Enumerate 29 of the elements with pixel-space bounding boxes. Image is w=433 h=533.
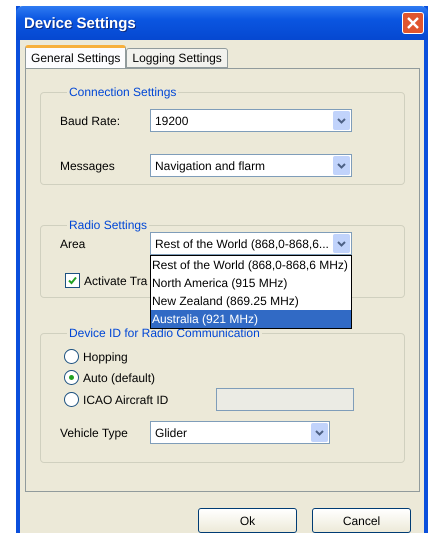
tab[interactable]: Logging Settings <box>126 48 228 68</box>
dropdown[interactable]: Navigation and flarm <box>150 154 352 177</box>
window-title: Device Settings <box>24 14 136 32</box>
radio-dot-icon <box>69 375 74 380</box>
group-legend: Connection Settings <box>67 85 178 99</box>
checkbox-label: Activate Tra <box>84 274 148 288</box>
dropdown-option[interactable]: Australia (921 MHz) <box>151 310 351 328</box>
checkmark-icon <box>68 276 77 285</box>
field-label: Vehicle Type <box>60 426 129 440</box>
checkbox[interactable] <box>65 273 80 288</box>
dropdown[interactable]: 19200 <box>150 109 352 132</box>
radio-button[interactable] <box>64 349 79 364</box>
close-icon <box>407 17 419 29</box>
field-label: Baud Rate: <box>60 114 122 128</box>
field-label: Messages <box>60 158 116 172</box>
dropdown[interactable]: Rest of the World (868,0-868,6... <box>150 232 352 255</box>
dialog-button[interactable]: Cancel <box>312 508 411 533</box>
group-legend: Radio Settings <box>67 218 150 232</box>
dialog-button[interactable]: Ok <box>198 508 297 533</box>
group-legend: Device ID for Radio Communication <box>67 326 262 340</box>
dropdown[interactable]: Glider <box>150 421 330 444</box>
radio-label: Auto (default) <box>83 370 156 384</box>
radio-label: ICAO Aircraft ID <box>83 392 168 406</box>
tab[interactable]: General Settings <box>25 45 126 68</box>
field-label: Area <box>60 236 86 250</box>
radio-button[interactable] <box>64 370 79 385</box>
radio-label: Hopping <box>83 350 128 364</box>
close-button[interactable] <box>402 12 424 34</box>
radio-button[interactable] <box>64 392 79 407</box>
